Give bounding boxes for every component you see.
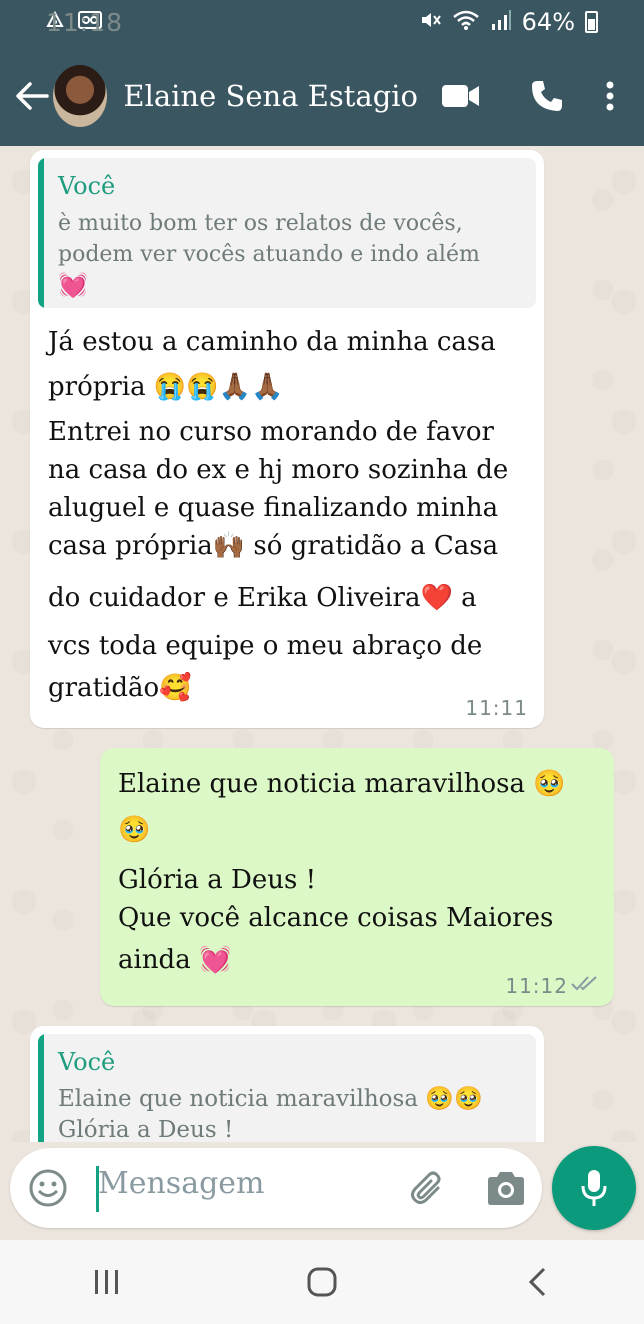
back-nav-icon[interactable] [497, 1252, 577, 1312]
message-line: na casa do ex e hj moro sozinha de [48, 455, 509, 485]
quote-author: Você [58, 1048, 116, 1076]
video-call-icon[interactable] [418, 66, 504, 126]
message-line: Que você alcance coisas Maiores [118, 903, 554, 933]
message-line: do cuidador e Erika Oliveira❤️ a [48, 583, 477, 613]
message-time: 11:11 [465, 696, 528, 720]
message-line: Elaine que noticia maravilhosa 🥹 [118, 769, 566, 799]
quote-bar [38, 1034, 44, 1142]
paperclip-icon[interactable] [408, 1168, 448, 1208]
quote-line: Glória a Deus ! [58, 1117, 234, 1142]
quoted-message[interactable]: Você Elaine que noticia maravilhosa 🥹🥹 G… [38, 1034, 536, 1142]
message-time: 11:12 [505, 974, 568, 998]
mic-button[interactable] [552, 1146, 636, 1230]
message-line: casa própria🙌🏾 só gratidão a Casa [48, 531, 499, 561]
quote-author: Você [58, 172, 116, 200]
emoji-icon[interactable] [28, 1168, 68, 1208]
top-bar: 11:18 64% Elaine Sena Estagio [0, 0, 644, 146]
message-text: Elaine que noticia maravilhosa 🥹 🥹 Glóri… [118, 766, 596, 984]
quote-line: 💓 [58, 271, 88, 299]
quote-bar [38, 158, 44, 308]
more-vert-icon[interactable] [590, 66, 630, 126]
message-incoming[interactable]: Você Elaine que noticia maravilhosa 🥹🥹 G… [30, 1026, 544, 1142]
message-line: aluguel e quase finalizando minha [48, 493, 499, 523]
message-line: gratidão🥰 [48, 673, 192, 703]
message-text: Já estou a caminho da minha casa própria… [48, 320, 526, 711]
home-icon[interactable] [282, 1252, 362, 1312]
mic-icon [581, 1170, 607, 1206]
quote-line: podem ver vocês atuando e indo além [58, 242, 480, 267]
status-time: 11:18 [46, 7, 124, 37]
contact-avatar[interactable] [53, 65, 108, 127]
chat-area[interactable]: Você è muito bom ter os relatos de vocês… [0, 146, 644, 1142]
quote-line: è muito bom ter os relatos de vocês, [58, 211, 463, 236]
quote-line: Elaine que noticia maravilhosa 🥹🥹 [58, 1086, 483, 1112]
phone-icon[interactable] [504, 66, 590, 126]
recent-apps-icon[interactable] [67, 1252, 147, 1312]
camera-icon[interactable] [484, 1168, 528, 1208]
double-check-icon [570, 974, 600, 996]
message-line: vcs toda equipe o meu abraço de [48, 631, 483, 661]
system-nav-bar [0, 1240, 644, 1324]
message-line: Glória a Deus ! [118, 865, 317, 895]
message-line: Já estou a caminho da minha casa [48, 327, 496, 357]
message-line: Entrei no curso morando de favor [48, 417, 494, 447]
chat-header: Elaine Sena Estagio [0, 46, 644, 146]
contact-name[interactable]: Elaine Sena Estagio [123, 79, 418, 113]
message-composer[interactable]: Mensagem [10, 1148, 542, 1228]
quote-text: Elaine que noticia maravilhosa 🥹🥹 Glória… [58, 1084, 522, 1142]
quote-text: è muito bom ter os relatos de vocês, pod… [58, 208, 522, 301]
battery-icon [585, 11, 598, 33]
quoted-message[interactable]: Você è muito bom ter os relatos de vocês… [38, 158, 536, 308]
message-incoming[interactable]: Você è muito bom ter os relatos de vocês… [30, 150, 544, 728]
status-bar: 11:18 64% [0, 0, 644, 44]
message-line: 🥹 [118, 815, 151, 845]
wifi-icon [452, 9, 480, 36]
back-arrow-icon[interactable] [10, 66, 53, 126]
message-outgoing[interactable]: Elaine que noticia maravilhosa 🥹 🥹 Glóri… [100, 748, 614, 1006]
message-input[interactable]: Mensagem [98, 1166, 264, 1201]
mute-icon [420, 10, 442, 35]
battery-percent: 64% [521, 8, 575, 36]
signal-icon [490, 9, 512, 36]
message-line: própria 😭😭🙏🏾🙏🏾 [48, 372, 284, 402]
